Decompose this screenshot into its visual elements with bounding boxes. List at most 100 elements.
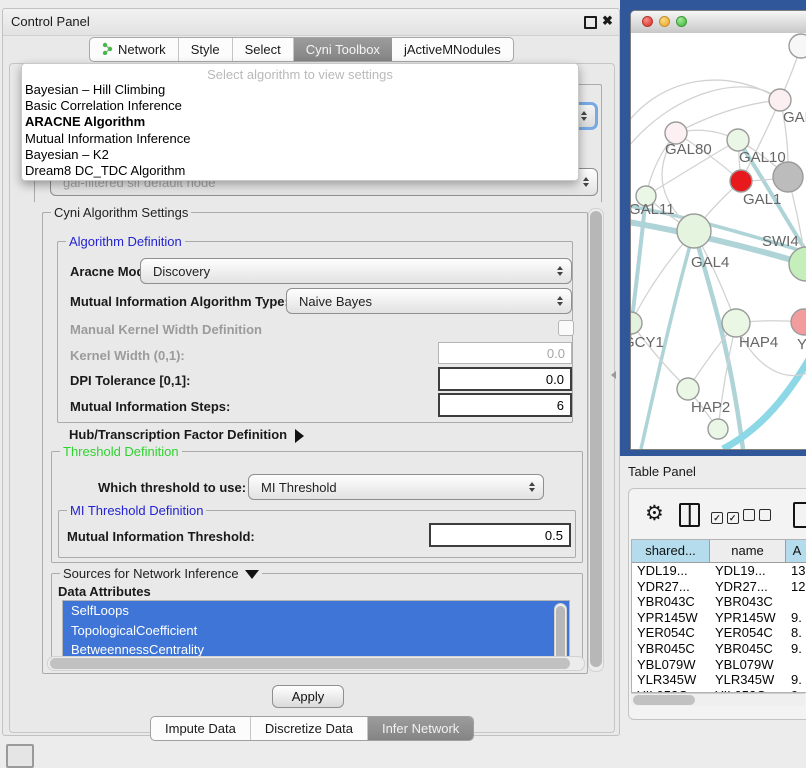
minimize-traffic-light-icon[interactable]: [659, 16, 670, 27]
table-cell[interactable]: 9.: [786, 610, 806, 626]
list-item-selfloops[interactable]: SelfLoops: [63, 601, 569, 621]
network-node-gal[interactable]: [769, 89, 791, 111]
network-node-hap2[interactable]: [677, 378, 699, 400]
tab-cyni-toolbox[interactable]: Cyni Toolbox: [294, 38, 392, 61]
menu-item-mutual-information-inference[interactable]: Mutual Information Inference: [22, 131, 578, 147]
table-cell[interactable]: [786, 657, 806, 673]
table-cell[interactable]: YPR145W: [632, 610, 710, 626]
deselect-all-checkboxes-icon[interactable]: [743, 509, 771, 524]
table-row[interactable]: YER054CYER054C8.: [632, 625, 806, 641]
expand-right-icon[interactable]: [295, 429, 304, 443]
float-window-icon[interactable]: [584, 16, 597, 29]
table-cell[interactable]: YBR045C: [710, 641, 786, 657]
network-node[interactable]: [708, 419, 728, 439]
tab-select[interactable]: Select: [233, 38, 294, 61]
column-header-name[interactable]: name: [710, 540, 786, 562]
new-table-icon[interactable]: [793, 502, 806, 528]
network-node-gcy1[interactable]: [631, 312, 642, 334]
mi-type-combo[interactable]: Naive Bayes: [286, 288, 572, 314]
table-row[interactable]: YDL19...YDL19...13: [632, 563, 806, 579]
columns-icon[interactable]: [679, 503, 700, 527]
select-all-checkboxes-icon[interactable]: ✓ ✓: [711, 509, 739, 524]
table-row[interactable]: YLR345WYLR345W9.: [632, 672, 806, 688]
network-node-gal1[interactable]: [730, 170, 752, 192]
zoom-traffic-light-icon[interactable]: [676, 16, 687, 27]
table-row[interactable]: YPR145WYPR145W9.: [632, 610, 806, 626]
table-cell[interactable]: YBL079W: [632, 657, 710, 673]
table-cell[interactable]: YBR045C: [632, 641, 710, 657]
table-cell[interactable]: 9.: [786, 641, 806, 657]
menu-item-dream8-dc-tdc[interactable]: Dream8 DC_TDC Algorithm: [22, 163, 578, 179]
gear-icon[interactable]: ⚙: [645, 501, 664, 526]
apply-button[interactable]: Apply: [272, 685, 344, 708]
network-node[interactable]: [773, 162, 803, 192]
close-traffic-light-icon[interactable]: [642, 16, 653, 27]
table-row[interactable]: YDR27...YDR27...12: [632, 579, 806, 595]
table-cell[interactable]: YBL079W: [710, 657, 786, 673]
control-panel-titlebar[interactable]: Control Panel ✖: [3, 9, 619, 36]
tab-infer-network[interactable]: Infer Network: [368, 717, 473, 740]
table-horizontal-scrollbar[interactable]: [631, 693, 805, 706]
table-cell[interactable]: YDL19...: [710, 563, 786, 579]
network-node-gal4[interactable]: [677, 214, 711, 248]
collapse-down-icon[interactable]: [245, 570, 259, 579]
network-edge[interactable]: [631, 323, 688, 389]
tab-style[interactable]: Style: [179, 38, 233, 61]
tab-jactivemnodules-label: jActiveMNodules: [404, 42, 501, 57]
network-node-swi4[interactable]: [789, 247, 806, 281]
network-node-gal10[interactable]: [727, 129, 749, 151]
menu-item-basic-correlation-inference[interactable]: Basic Correlation Inference: [22, 98, 578, 114]
table-row[interactable]: YBL079WYBL079W: [632, 657, 806, 673]
tab-network[interactable]: Network: [90, 38, 179, 61]
menu-item-aracne-algorithm[interactable]: ARACNE Algorithm: [22, 114, 578, 130]
list-item-topologicalcoefficient[interactable]: TopologicalCoefficient: [63, 621, 569, 641]
menu-item-bayesian-hill-climbing[interactable]: Bayesian – Hill Climbing: [22, 82, 578, 98]
table-cell[interactable]: YBR043C: [710, 594, 786, 610]
close-panel-icon[interactable]: ✖: [602, 13, 613, 29]
panel-resize-handle-icon[interactable]: [611, 371, 616, 379]
table-cell[interactable]: 13: [786, 563, 806, 579]
settings-vertical-scrollbar[interactable]: [588, 208, 604, 672]
hub-definition-label[interactable]: Hub/Transcription Factor Definition: [69, 427, 304, 443]
network-window-titlebar[interactable]: [631, 11, 806, 34]
tab-jactivemnodules[interactable]: jActiveMNodules: [392, 38, 513, 61]
dpi-tolerance-field[interactable]: [438, 367, 572, 391]
minimized-panel-icon[interactable]: [6, 744, 34, 768]
table-row[interactable]: YBR043CYBR043C: [632, 594, 806, 610]
algorithm-dropdown-popup: Select algorithm to view settings Bayesi…: [21, 63, 579, 181]
table-cell[interactable]: [786, 594, 806, 610]
network-node-hap4[interactable]: [722, 309, 750, 337]
network-canvas[interactable]: GALGAL80GAL10GAL1GAL11GAL4SWI4GCY1HAP4YH…: [631, 33, 806, 449]
which-threshold-combo[interactable]: MI Threshold: [248, 474, 544, 500]
node-label: GAL: [783, 109, 806, 126]
table-row[interactable]: YBR045CYBR045C9.: [632, 641, 806, 657]
settings-horizontal-scrollbar[interactable]: [47, 656, 585, 671]
mi-steps-field[interactable]: [438, 393, 572, 417]
menu-item-bayesian-k2[interactable]: Bayesian – K2: [22, 147, 578, 163]
table-cell[interactable]: YLR345W: [632, 672, 710, 688]
column-header-shared-name[interactable]: shared...: [632, 540, 710, 562]
table-cell[interactable]: YDL19...: [632, 563, 710, 579]
network-node[interactable]: [789, 34, 806, 58]
table-cell[interactable]: YLR345W: [710, 672, 786, 688]
tab-discretize-data[interactable]: Discretize Data: [251, 717, 368, 740]
tab-impute-data[interactable]: Impute Data: [151, 717, 251, 740]
kernel-width-field[interactable]: [438, 342, 572, 364]
column-header-partial[interactable]: A: [786, 540, 806, 562]
table-cell[interactable]: YDR27...: [710, 579, 786, 595]
cyni-algorithm-settings-group: Cyni Algorithm Settings Algorithm Defini…: [42, 212, 588, 674]
aracne-mode-combo[interactable]: Discovery: [140, 258, 572, 284]
table-cell[interactable]: 12: [786, 579, 806, 595]
table-cell[interactable]: YDR27...: [632, 579, 710, 595]
table-cell[interactable]: YER054C: [632, 625, 710, 641]
table-cell[interactable]: YPR145W: [710, 610, 786, 626]
mi-threshold-field[interactable]: [429, 523, 571, 547]
table-cell[interactable]: YBR043C: [632, 594, 710, 610]
network-edge[interactable]: [676, 100, 780, 133]
network-node-y[interactable]: [791, 309, 806, 335]
table-cell[interactable]: 8.: [786, 625, 806, 641]
table-cell[interactable]: 9.: [786, 672, 806, 688]
node-table[interactable]: shared... name A YDL19...YDL19...13YDR27…: [631, 539, 806, 693]
table-cell[interactable]: YER054C: [710, 625, 786, 641]
manual-kernel-checkbox[interactable]: [558, 320, 574, 336]
